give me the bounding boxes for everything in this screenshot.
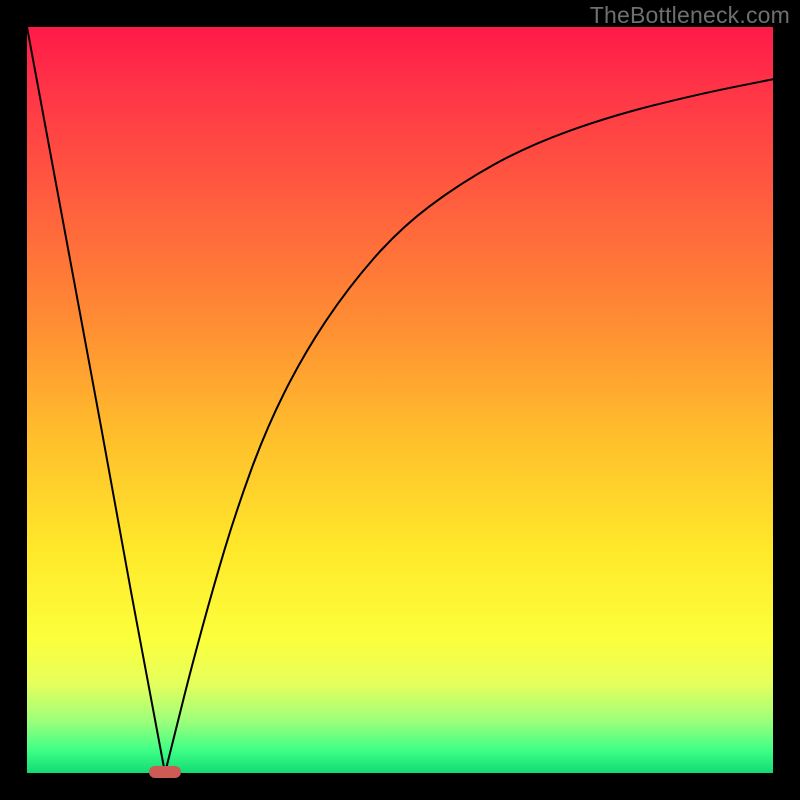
- bottleneck-curve: [27, 27, 773, 773]
- minimum-marker: [149, 766, 181, 778]
- watermark-label: TheBottleneck.com: [590, 2, 790, 29]
- chart-frame: TheBottleneck.com: [0, 0, 800, 800]
- plot-area: [27, 27, 773, 773]
- curve-layer: [27, 27, 773, 773]
